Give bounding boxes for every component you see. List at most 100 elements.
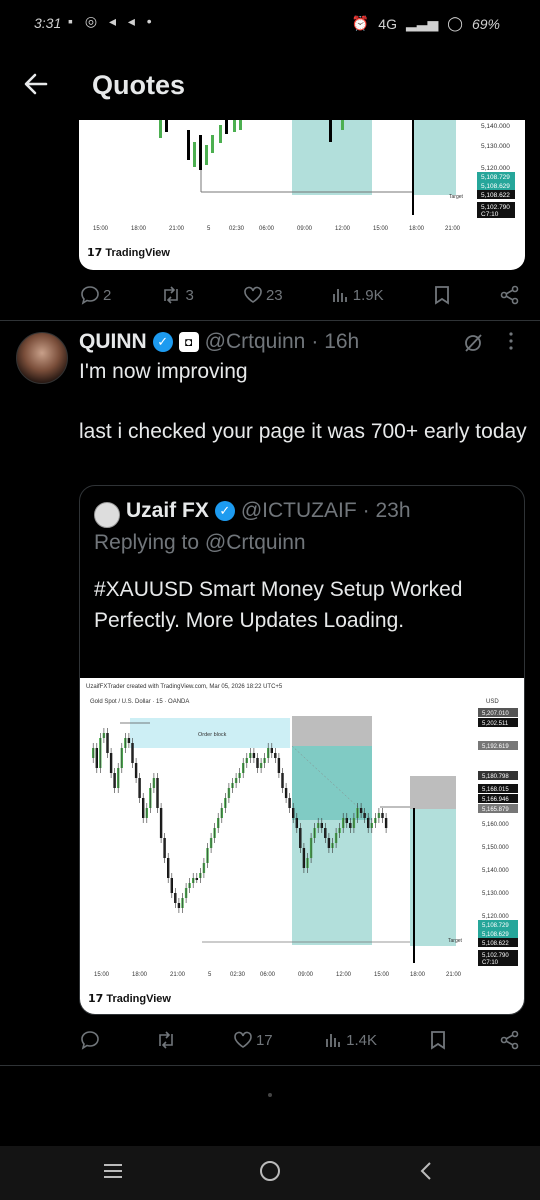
- bookmark-button[interactable]: [433, 285, 451, 305]
- author-name[interactable]: QUINN: [79, 330, 147, 354]
- reply-icon: [81, 1031, 99, 1050]
- prev-target-label: Target: [449, 194, 464, 200]
- prev-tweet-actions: 2 3 23 1.9K: [80, 281, 520, 309]
- svg-text:15:00: 15:00: [94, 972, 110, 978]
- recents-button[interactable]: [100, 1158, 126, 1191]
- svg-text:5,140.000: 5,140.000: [481, 123, 510, 130]
- quoted-chart-image[interactable]: UzaifFXTrader created with TradingView.c…: [80, 678, 524, 1014]
- svg-text:18:00: 18:00: [131, 226, 147, 232]
- quoted-reply-to: Replying to @Crtquinn: [94, 531, 306, 554]
- svg-text:5,150.000: 5,150.000: [482, 845, 509, 851]
- svg-text:5,202.511: 5,202.511: [482, 721, 509, 727]
- home-button[interactable]: [257, 1158, 283, 1191]
- reply-button[interactable]: 2: [80, 285, 111, 305]
- system-nav-bar: [0, 1146, 540, 1200]
- separator: [0, 1065, 540, 1066]
- arrow-left-icon[interactable]: [22, 70, 52, 100]
- bookmark-button[interactable]: [429, 1030, 447, 1050]
- svg-text:5: 5: [208, 972, 212, 978]
- target-label: Target: [448, 938, 463, 944]
- svg-text:06:00: 06:00: [260, 972, 276, 978]
- tweet-time[interactable]: · 16h: [311, 330, 359, 354]
- grok-icon[interactable]: [462, 332, 484, 360]
- svg-text:5: 5: [207, 226, 211, 232]
- svg-text:C7:10: C7:10: [482, 960, 499, 966]
- prev-tv-logo: 𝟭𝟳 TradingView: [87, 247, 170, 259]
- back-button[interactable]: [414, 1158, 440, 1191]
- heart-icon: [234, 1031, 252, 1048]
- share-button[interactable]: [500, 1030, 520, 1050]
- header: Quotes: [0, 48, 540, 120]
- svg-text:5,207.010: 5,207.010: [482, 711, 509, 717]
- repost-icon: [159, 1031, 174, 1049]
- more-icon[interactable]: [508, 330, 514, 358]
- author-handle[interactable]: @Crtquinn: [205, 330, 306, 354]
- svg-text:12:00: 12:00: [335, 226, 351, 232]
- tweet-header: QUINN ✓ ◘ @Crtquinn · 16h: [79, 330, 359, 354]
- svg-text:5,102.790: 5,102.790: [481, 204, 510, 211]
- verified-icon: ✓: [152, 332, 173, 352]
- prev-teal-zone-2: [414, 120, 456, 195]
- x-axis-ticks: 15:00 18:00 21:00 5 02:30 06:00 09:00 12…: [94, 972, 462, 978]
- prev-y-ticks: 5,140.000 5,130.000 5,120.000: [481, 123, 510, 172]
- status-time: 3:31: [34, 15, 62, 31]
- tp-zone-light: [292, 820, 372, 945]
- tweet-actions: 17 1.4K: [80, 1026, 520, 1054]
- svg-text:C7:10: C7:10: [481, 211, 499, 218]
- tp-zone-2: [410, 809, 456, 946]
- views-button[interactable]: 1.9K: [332, 286, 384, 304]
- svg-text:21:00: 21:00: [170, 972, 186, 978]
- svg-text:15:00: 15:00: [374, 972, 390, 978]
- quoted-time: · 23h: [362, 499, 411, 522]
- share-button[interactable]: [500, 285, 520, 305]
- svg-text:5,108.622: 5,108.622: [481, 192, 510, 199]
- notification-icons: ▪ ◎ ◂ ◂ •: [68, 13, 156, 29]
- quoted-author-name: Uzaif FX: [126, 499, 209, 522]
- tv-logo: 𝟭𝟳 TradingView: [88, 993, 171, 1005]
- views-count: 1.9K: [352, 286, 384, 304]
- y-axis-ticks: 5,207.010 5,202.511 5,192.619 5,180.798 …: [478, 708, 518, 966]
- svg-text:5,130.000: 5,130.000: [482, 891, 509, 897]
- heart-icon: [244, 286, 262, 303]
- reply-button[interactable]: [80, 1030, 103, 1050]
- reply-icon: [81, 286, 99, 305]
- stop-zone: [292, 716, 372, 746]
- quoted-tweet[interactable]: Uzaif FX ✓ @ICTUZAIF · 23h Replying to @…: [79, 485, 525, 1015]
- svg-text:15:00: 15:00: [93, 226, 109, 232]
- like-button[interactable]: 17: [233, 1031, 273, 1049]
- svg-text:5,165.879: 5,165.879: [482, 807, 509, 813]
- prev-chart-svg: Target 5,140.000 5,130.000 5,120.000 5,1…: [87, 120, 515, 259]
- prev-tweet-chart[interactable]: Target 5,140.000 5,130.000 5,120.000 5,1…: [79, 120, 525, 270]
- svg-text:5,108.629: 5,108.629: [482, 932, 509, 938]
- stop-zone-2: [410, 776, 456, 809]
- alarm-icon: ⏰: [351, 15, 370, 31]
- svg-text:21:00: 21:00: [445, 226, 461, 232]
- home-icon: [260, 1161, 280, 1181]
- like-button[interactable]: 23: [243, 286, 283, 304]
- svg-text:5,108.629: 5,108.629: [481, 183, 510, 190]
- svg-text:5,168.015: 5,168.015: [482, 787, 509, 793]
- svg-text:06:00: 06:00: [259, 226, 275, 232]
- svg-text:5,192.619: 5,192.619: [482, 744, 509, 750]
- repost-button[interactable]: 3: [160, 285, 194, 305]
- svg-text:5,108.729: 5,108.729: [481, 174, 510, 181]
- quoted-text: #XAUUSD Smart Money Setup Worked Perfect…: [94, 578, 463, 632]
- chart-header: UzaifFXTrader created with TradingView.c…: [86, 684, 283, 690]
- chart-currency: USD: [486, 699, 499, 705]
- quoted-avatar[interactable]: [94, 502, 120, 528]
- reply-count: 2: [103, 286, 112, 304]
- repost-button[interactable]: [155, 1030, 180, 1050]
- svg-text:5,120.000: 5,120.000: [481, 165, 510, 172]
- views-icon: [332, 289, 347, 302]
- views-count: 1.4K: [346, 1031, 377, 1049]
- svg-text:02:30: 02:30: [230, 972, 246, 978]
- quoted-chart-svg: UzaifFXTrader created with TradingView.c…: [86, 684, 518, 1005]
- views-button[interactable]: 1.4K: [325, 1031, 377, 1049]
- svg-text:5,102.790: 5,102.790: [482, 953, 509, 959]
- prev-x-ticks: 15:00 18:00 21:00 5 02:30 06:00 09:00 12…: [93, 226, 461, 232]
- like-count: 23: [265, 286, 283, 304]
- status-right: ⏰ 4G ▂▃▅ ◯ 69%: [352, 15, 500, 32]
- avatar[interactable]: [16, 332, 68, 384]
- verified-icon: ✓: [214, 501, 235, 521]
- signal-icon: ▂▃▅: [405, 15, 439, 31]
